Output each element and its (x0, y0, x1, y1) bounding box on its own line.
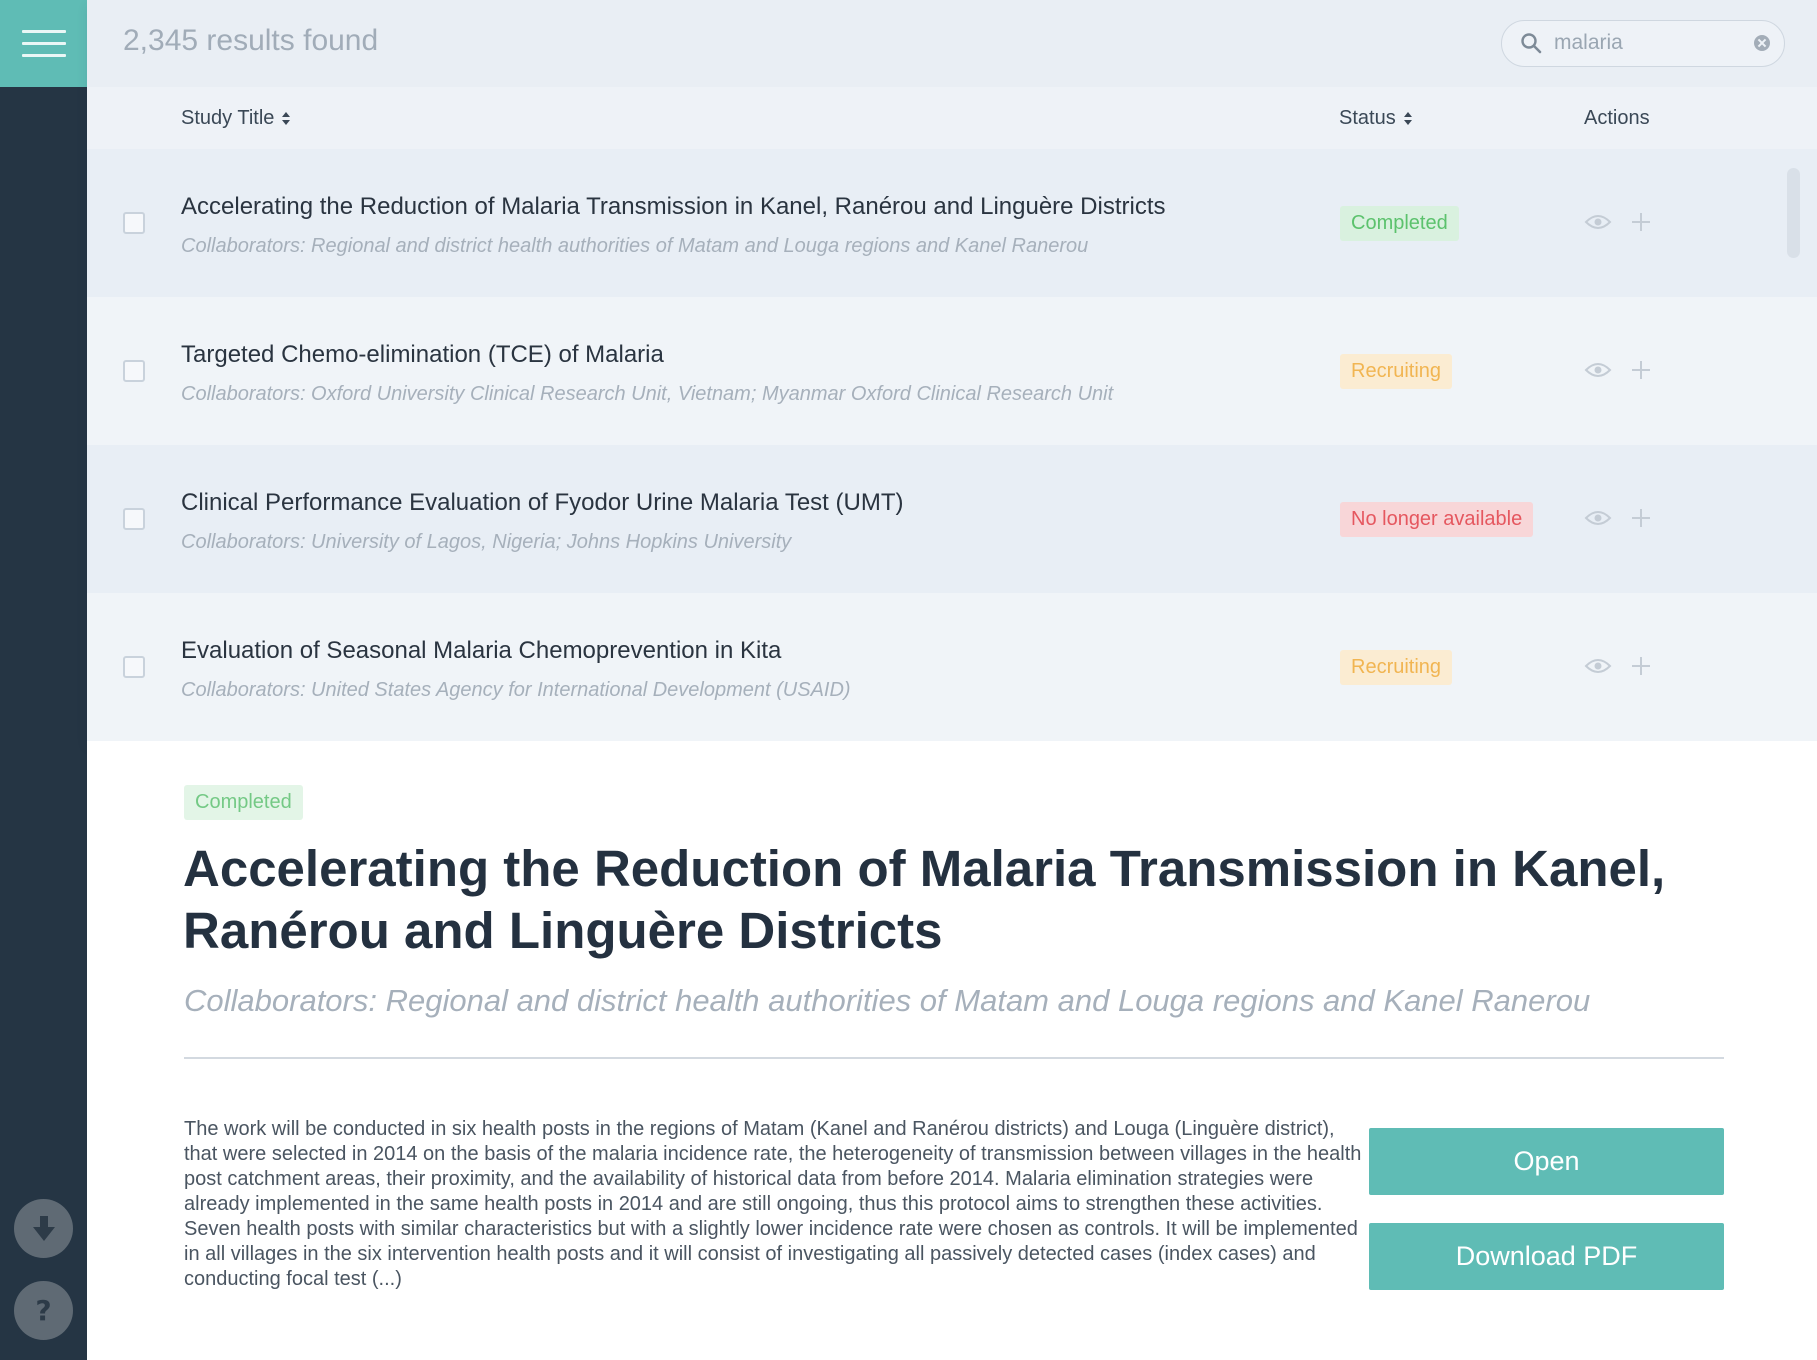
table-header: Study Title Status Actions (87, 87, 1817, 149)
results-panel: 2,345 results found Study Title Status A (87, 0, 1817, 741)
sort-icon[interactable] (282, 112, 291, 125)
row-collaborators: Collaborators: Regional and district hea… (181, 235, 1089, 257)
eye-icon[interactable] (1584, 509, 1612, 527)
plus-icon[interactable] (1631, 508, 1651, 528)
table-row[interactable]: Targeted Chemo-elimination (TCE) of Mala… (87, 297, 1817, 445)
row-collaborators: Collaborators: Oxford University Clinica… (181, 383, 1114, 405)
status-badge: Recruiting (1340, 354, 1453, 389)
row-checkbox[interactable] (123, 656, 145, 678)
menu-button[interactable] (0, 0, 87, 87)
column-header-actions: Actions (1584, 107, 1650, 130)
row-checkbox[interactable] (123, 212, 145, 234)
row-checkbox[interactable] (123, 508, 145, 530)
column-header-title[interactable]: Study Title (181, 107, 291, 130)
download-button[interactable] (14, 1199, 73, 1258)
app-root: ? 2,345 results found Study Title Status (0, 0, 1817, 1360)
hamburger-menu-icon-bar (21, 42, 66, 45)
download-pdf-button[interactable]: Download PDF (1369, 1223, 1724, 1290)
table-row[interactable]: Clinical Performance Evaluation of Fyodo… (87, 445, 1817, 593)
detail-title: Accelerating the Reduction of Malaria Tr… (183, 840, 1666, 959)
status-badge: Recruiting (1340, 650, 1453, 685)
row-title: Targeted Chemo-elimination (TCE) of Mala… (181, 341, 664, 368)
divider (184, 1057, 1724, 1059)
results-count: 2,345 results found (123, 24, 379, 57)
top-bar: 2,345 results found (87, 0, 1817, 87)
question-icon: ? (35, 1294, 52, 1327)
table-row[interactable]: Evaluation of Seasonal Malaria Chemoprev… (87, 593, 1817, 741)
row-collaborators: Collaborators: University of Lagos, Nige… (181, 531, 792, 553)
sort-icon[interactable] (1403, 112, 1412, 125)
search-input[interactable] (1554, 29, 1734, 57)
status-badge: Completed (1340, 206, 1459, 241)
eye-icon[interactable] (1584, 657, 1612, 675)
plus-icon[interactable] (1631, 656, 1651, 676)
plus-icon[interactable] (1631, 212, 1651, 232)
row-collaborators: Collaborators: United States Agency for … (181, 679, 851, 701)
hamburger-menu-icon (21, 30, 66, 33)
plus-icon[interactable] (1631, 360, 1651, 380)
row-title: Accelerating the Reduction of Malaria Tr… (181, 193, 1166, 220)
search-icon (1521, 33, 1542, 54)
row-title: Evaluation of Seasonal Malaria Chemoprev… (181, 637, 782, 664)
clear-icon[interactable] (1754, 35, 1770, 51)
column-header-status[interactable]: Status (1339, 107, 1412, 130)
column-header-title-label: Study Title (181, 107, 275, 129)
column-header-actions-label: Actions (1584, 107, 1650, 129)
scrollbar[interactable] (1787, 168, 1800, 258)
download-arrow-icon (32, 1215, 55, 1241)
search-box[interactable] (1501, 20, 1785, 67)
row-title: Clinical Performance Evaluation of Fyodo… (181, 489, 904, 516)
open-button[interactable]: Open (1369, 1128, 1724, 1195)
eye-icon[interactable] (1584, 361, 1612, 379)
detail-description: The work will be conducted in six health… (184, 1118, 1362, 1290)
sidebar: ? (0, 0, 87, 1360)
table-row[interactable]: Accelerating the Reduction of Malaria Tr… (87, 149, 1817, 297)
detail-status-badge: Completed (184, 785, 303, 820)
column-header-status-label: Status (1339, 107, 1396, 129)
detail-collaborators: Collaborators: Regional and district hea… (184, 983, 1591, 1018)
help-button[interactable]: ? (14, 1281, 73, 1340)
row-checkbox[interactable] (123, 360, 145, 382)
detail-panel: Completed Accelerating the Reduction of … (87, 741, 1817, 1360)
hamburger-menu-icon-bar (21, 54, 66, 57)
status-badge: No longer available (1340, 502, 1534, 537)
eye-icon[interactable] (1584, 213, 1612, 231)
